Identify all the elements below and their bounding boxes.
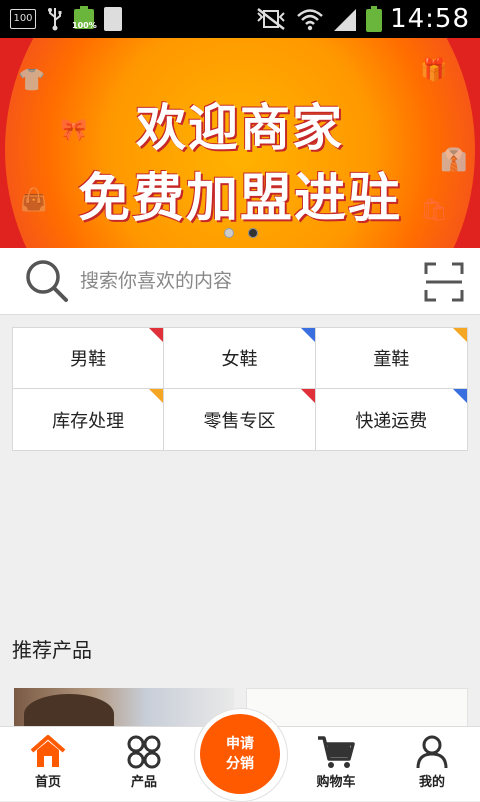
category-kids-shoes[interactable]: 童鞋 — [315, 328, 467, 389]
category-shipping-fee[interactable]: 快递运费 — [316, 389, 467, 450]
category-label: 男鞋 — [70, 349, 107, 370]
scan-icon[interactable] — [424, 262, 464, 302]
corner-tag — [452, 389, 467, 403]
nav-cart[interactable]: 购物车 — [288, 731, 384, 799]
fab-line1: 申请 — [226, 736, 254, 752]
banner-headline: 欢迎商家 — [136, 99, 344, 157]
user-icon — [416, 735, 448, 769]
fab-line2: 分销 — [226, 756, 254, 772]
status-bar: 100 100% 14:58 — [0, 0, 480, 38]
category-label: 女鞋 — [221, 349, 258, 370]
notification-box-icon: 100 — [10, 9, 36, 29]
category-label: 童鞋 — [373, 349, 410, 370]
product-image — [24, 694, 114, 728]
corner-tag — [300, 328, 315, 342]
carousel-dot[interactable] — [224, 228, 234, 238]
category-grid: 男鞋 女鞋 童鞋 库存处理 零售专区 快递运费 — [12, 327, 468, 451]
battery-full-icon: 100% — [72, 6, 97, 32]
nav-home[interactable]: 首页 — [0, 731, 96, 799]
search-input[interactable] — [80, 268, 400, 294]
signal-icon — [334, 9, 357, 31]
nav-label: 产品 — [130, 775, 157, 790]
category-mens-shoes[interactable]: 男鞋 — [13, 328, 165, 389]
section-title-recommended: 推荐产品 — [12, 638, 92, 662]
cart-icon — [318, 736, 355, 768]
nav-products[interactable]: 产品 — [96, 731, 192, 799]
grid-icon — [127, 735, 161, 769]
battery-icon — [366, 6, 383, 32]
category-label: 库存处理 — [52, 410, 125, 432]
wifi-icon — [297, 9, 323, 31]
category-label: 零售专区 — [203, 410, 276, 432]
banner-subheadline: 免费加盟进驻 — [77, 169, 402, 229]
nav-label: 首页 — [34, 775, 61, 790]
carousel-dot-active[interactable] — [248, 228, 258, 238]
nav-label: 我的 — [418, 775, 445, 790]
usb-icon — [48, 8, 62, 31]
clock: 14:58 — [390, 4, 470, 34]
category-womens-shoes[interactable]: 女鞋 — [164, 328, 316, 389]
vibrate-mute-icon — [257, 8, 285, 30]
home-icon — [30, 735, 66, 767]
promo-banner[interactable]: 👕 🎀 👜 🎁 👔 🛍 欢迎商家 免费加盟进驻 — [0, 38, 480, 248]
product-card[interactable] — [14, 688, 234, 728]
product-card[interactable] — [246, 688, 468, 730]
corner-tag — [149, 389, 164, 403]
search-bar — [0, 248, 480, 315]
nav-profile[interactable]: 我的 — [384, 731, 480, 799]
corner-tag — [300, 389, 315, 403]
search-icon[interactable] — [24, 258, 70, 304]
corner-tag — [452, 328, 467, 342]
category-retail-zone[interactable]: 零售专区 — [164, 389, 316, 450]
corner-tag — [149, 328, 164, 342]
category-label: 快递运费 — [355, 410, 428, 432]
nav-label: 购物车 — [316, 775, 356, 790]
document-icon — [104, 7, 122, 31]
carousel-dots — [224, 228, 258, 238]
gift-icon: 🎁 — [420, 58, 448, 83]
apply-distribution-button[interactable]: 申请 分销 — [200, 714, 280, 794]
category-stock-clearance[interactable]: 库存处理 — [13, 389, 165, 450]
